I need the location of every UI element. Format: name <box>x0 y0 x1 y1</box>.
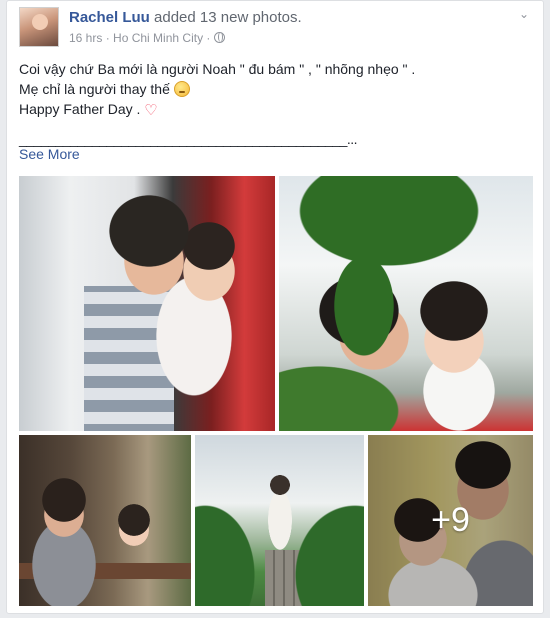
post-location[interactable]: Ho Chi Minh City <box>113 31 203 45</box>
photo-5[interactable]: +9 <box>368 435 533 606</box>
more-photos-count: +9 <box>431 501 470 539</box>
photo-4[interactable] <box>195 435 364 606</box>
photo-grid: +9 <box>19 176 533 606</box>
photo-2[interactable] <box>279 176 533 431</box>
photo-3[interactable] <box>19 435 191 606</box>
post-card: Rachel Luu added 13 new photos. 16 hrs ·… <box>6 0 544 614</box>
post-text-line: Coi vậy chứ Ba mới là người Noah " đu bá… <box>19 61 416 77</box>
post-text-line: Mẹ chỉ là người thay thế <box>19 79 531 99</box>
post-divider-line: ________________________________________… <box>19 131 358 147</box>
meta-separator: · <box>206 31 211 45</box>
post-meta: 16 hrs · Ho Chi Minh City · <box>69 31 225 45</box>
post-title-line: Rachel Luu added 13 new photos. <box>69 9 302 26</box>
post-text-line: Happy Father Day . ♡ <box>19 101 158 119</box>
post-text: Coi vậy chứ Ba mới là người Noah " đu bá… <box>19 59 531 149</box>
post-header: Rachel Luu added 13 new photos. 16 hrs ·… <box>19 7 531 47</box>
post-action: added 13 new photos. <box>154 9 302 26</box>
see-more-link[interactable]: See More <box>19 146 80 162</box>
author-name[interactable]: Rachel Luu <box>69 9 150 26</box>
avatar[interactable] <box>19 7 59 47</box>
globe-icon[interactable] <box>213 32 225 43</box>
meta-separator: · <box>105 31 110 45</box>
chevron-down-icon[interactable]: ⌄ <box>517 7 531 21</box>
more-photos-overlay[interactable]: +9 <box>368 435 533 606</box>
heart-icon: ♡ <box>144 102 158 119</box>
photo-1[interactable] <box>19 176 275 431</box>
post-time[interactable]: 16 hrs <box>69 31 102 45</box>
worried-face-emoji-icon <box>173 81 190 97</box>
